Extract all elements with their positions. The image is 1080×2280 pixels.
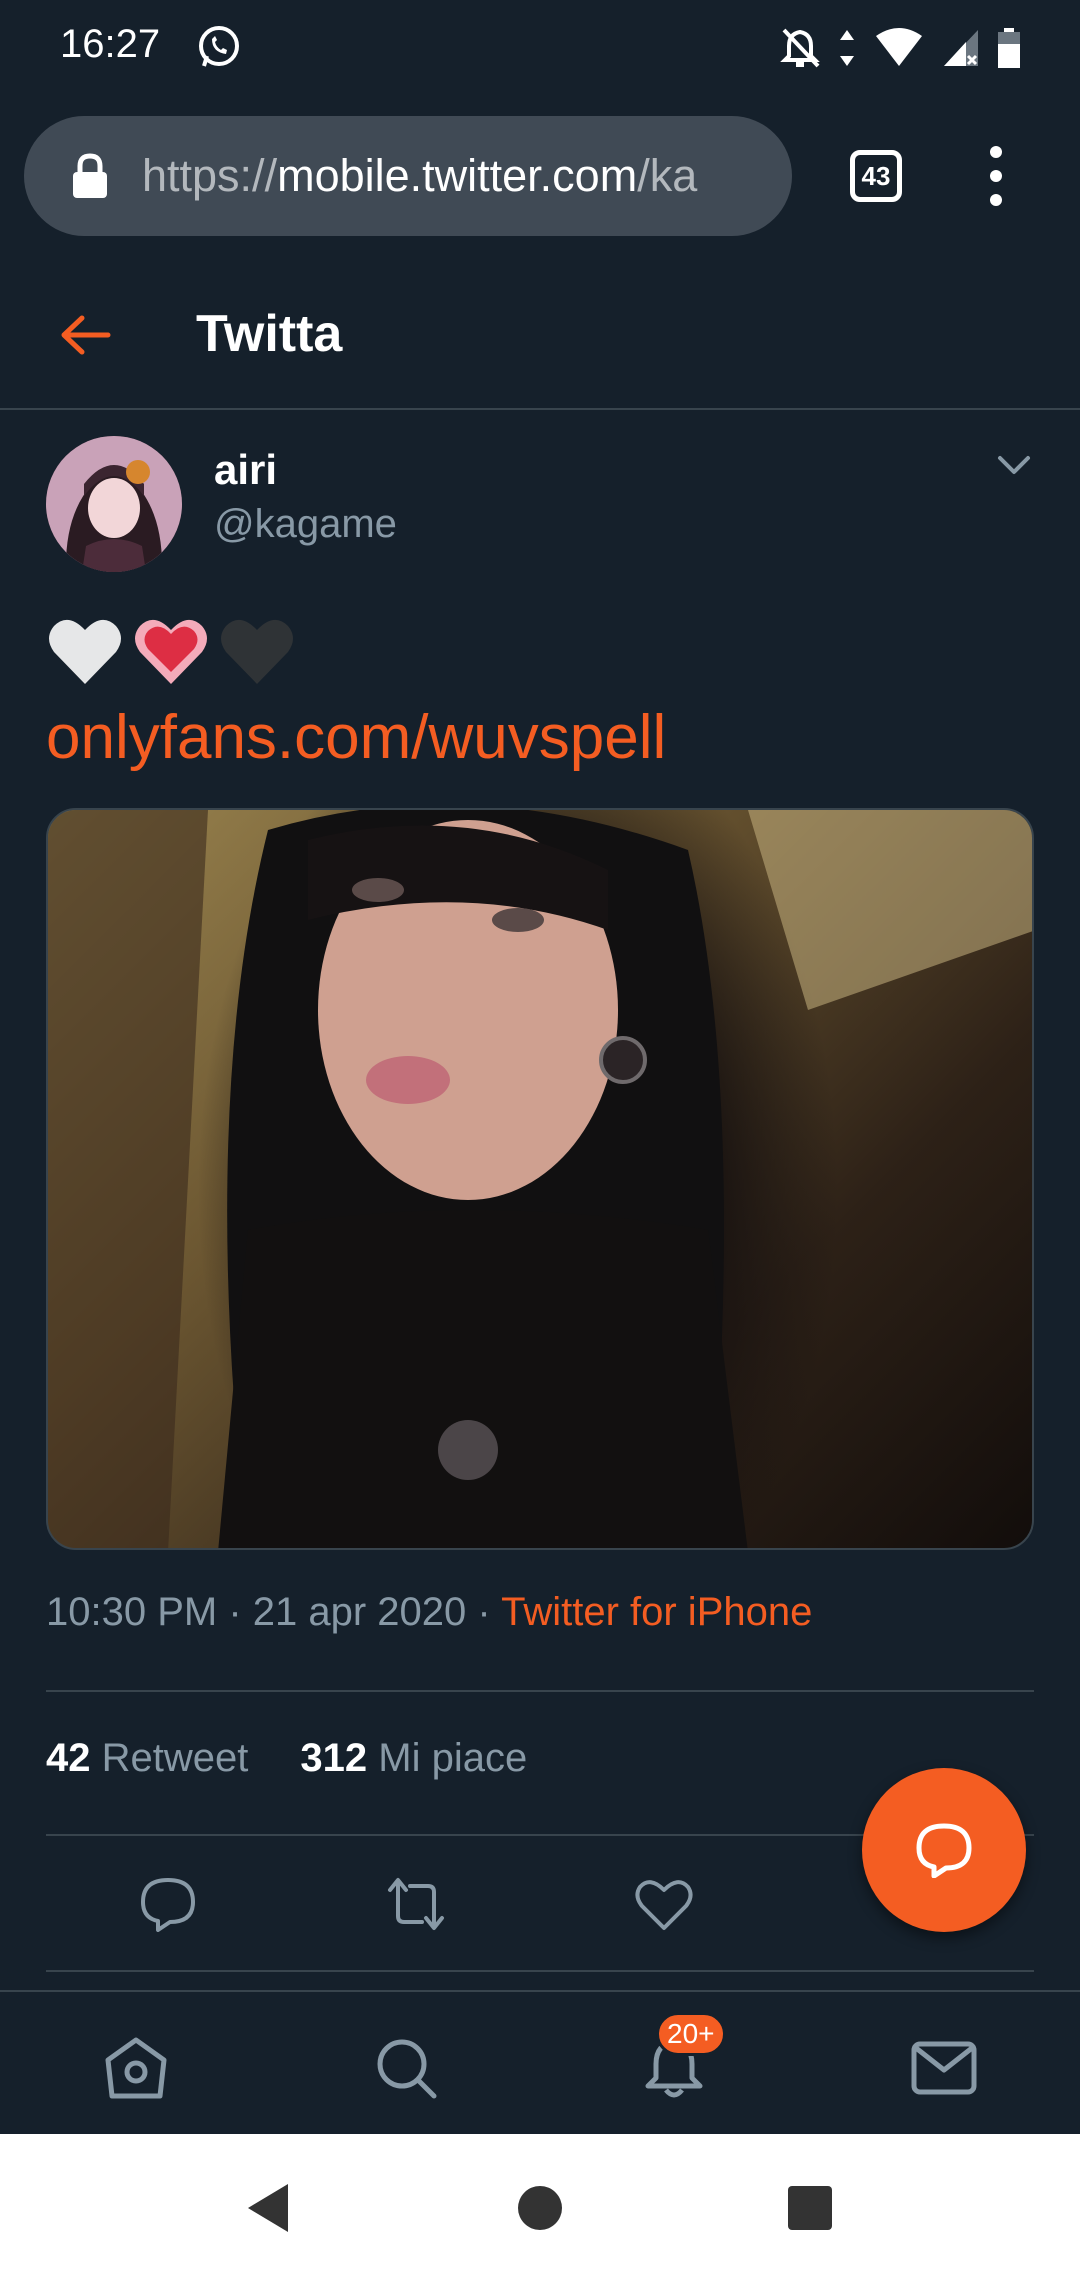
system-back-icon[interactable] [244,2182,292,2234]
home-icon[interactable] [102,2036,170,2100]
retweets-count: 42 [46,1736,91,1780]
status-icons [780,24,1020,72]
url-scheme: https:// [142,150,278,201]
tweet-stats: 42 Retweet 312 Mi piace [46,1736,527,1781]
menu-dot [990,146,1002,158]
page-title: Twitta [196,305,343,363]
url-host: mobile.twitter.com [277,150,638,201]
back-arrow-icon[interactable] [58,310,114,360]
page-header: Twitta [0,260,1080,410]
system-navigation-bar [0,2134,1080,2280]
battery-icon [998,28,1020,68]
likes-count: 312 [300,1736,368,1780]
browser-toolbar: https://mobile.twitter.com/ka 43 [0,96,1080,260]
tweet-date: 21 apr 2020 [252,1590,467,1634]
address-bar[interactable]: https://mobile.twitter.com/ka [24,116,792,236]
data-arrows-icon [840,30,854,66]
white-heart-icon [49,619,121,684]
system-home-icon[interactable] [516,2182,564,2234]
status-time: 16:27 [60,22,161,66]
lock-icon [73,153,107,198]
reply-icon[interactable] [138,1876,198,1932]
menu-dot [990,194,1002,206]
likes-label: Mi piace [378,1736,528,1780]
tweet-source[interactable]: Twitter for iPhone [501,1590,812,1634]
divider [46,1690,1034,1692]
chevron-down-icon[interactable] [996,452,1032,480]
tweet-time: 10:30 PM [46,1590,218,1634]
black-heart-icon [221,619,293,684]
status-bar: 16:27 [0,0,1080,96]
signal-icon [944,30,978,66]
avatar[interactable] [46,436,182,572]
photo-content [48,810,1032,1548]
notifications-badge: 20+ [656,2012,726,2056]
url-path: /ka [637,150,698,201]
reply-bubble-icon [916,1823,972,1878]
system-recents-icon[interactable] [786,2182,834,2234]
tweet-photo[interactable] [46,808,1034,1550]
menu-dot [990,170,1002,182]
like-heart-icon[interactable] [634,1876,694,1932]
author-handle[interactable]: @kagame [214,502,397,547]
search-icon[interactable] [372,2036,440,2100]
notifications-off-icon [780,28,820,68]
browser-menu-button[interactable] [982,146,1010,206]
likes-stat[interactable]: 312 Mi piace [300,1736,527,1780]
tweet-emoji-row [46,614,296,694]
compose-reply-button[interactable] [862,1768,1026,1932]
messages-envelope-icon[interactable] [910,2036,978,2100]
avatar-illustration [46,436,182,572]
whatsapp-icon [199,26,239,67]
divider [46,1970,1034,1972]
tweet-link[interactable]: onlyfans.com/wuvspell [46,702,666,773]
wifi-icon [876,28,922,66]
bottom-navigation: 20+ [0,1990,1080,2134]
tab-switcher-button[interactable]: 43 [850,150,902,202]
tweet-timestamp[interactable]: 10:30 PM · 21 apr 2020 · Twitter for iPh… [46,1590,812,1635]
retweet-icon[interactable] [386,1876,446,1932]
retweets-stat[interactable]: 42 Retweet [46,1736,248,1780]
author-name[interactable]: airi [214,446,277,494]
url-text: https://mobile.twitter.com/ka [142,150,697,202]
growing-heart-icon [135,619,207,684]
retweets-label: Retweet [101,1736,249,1780]
